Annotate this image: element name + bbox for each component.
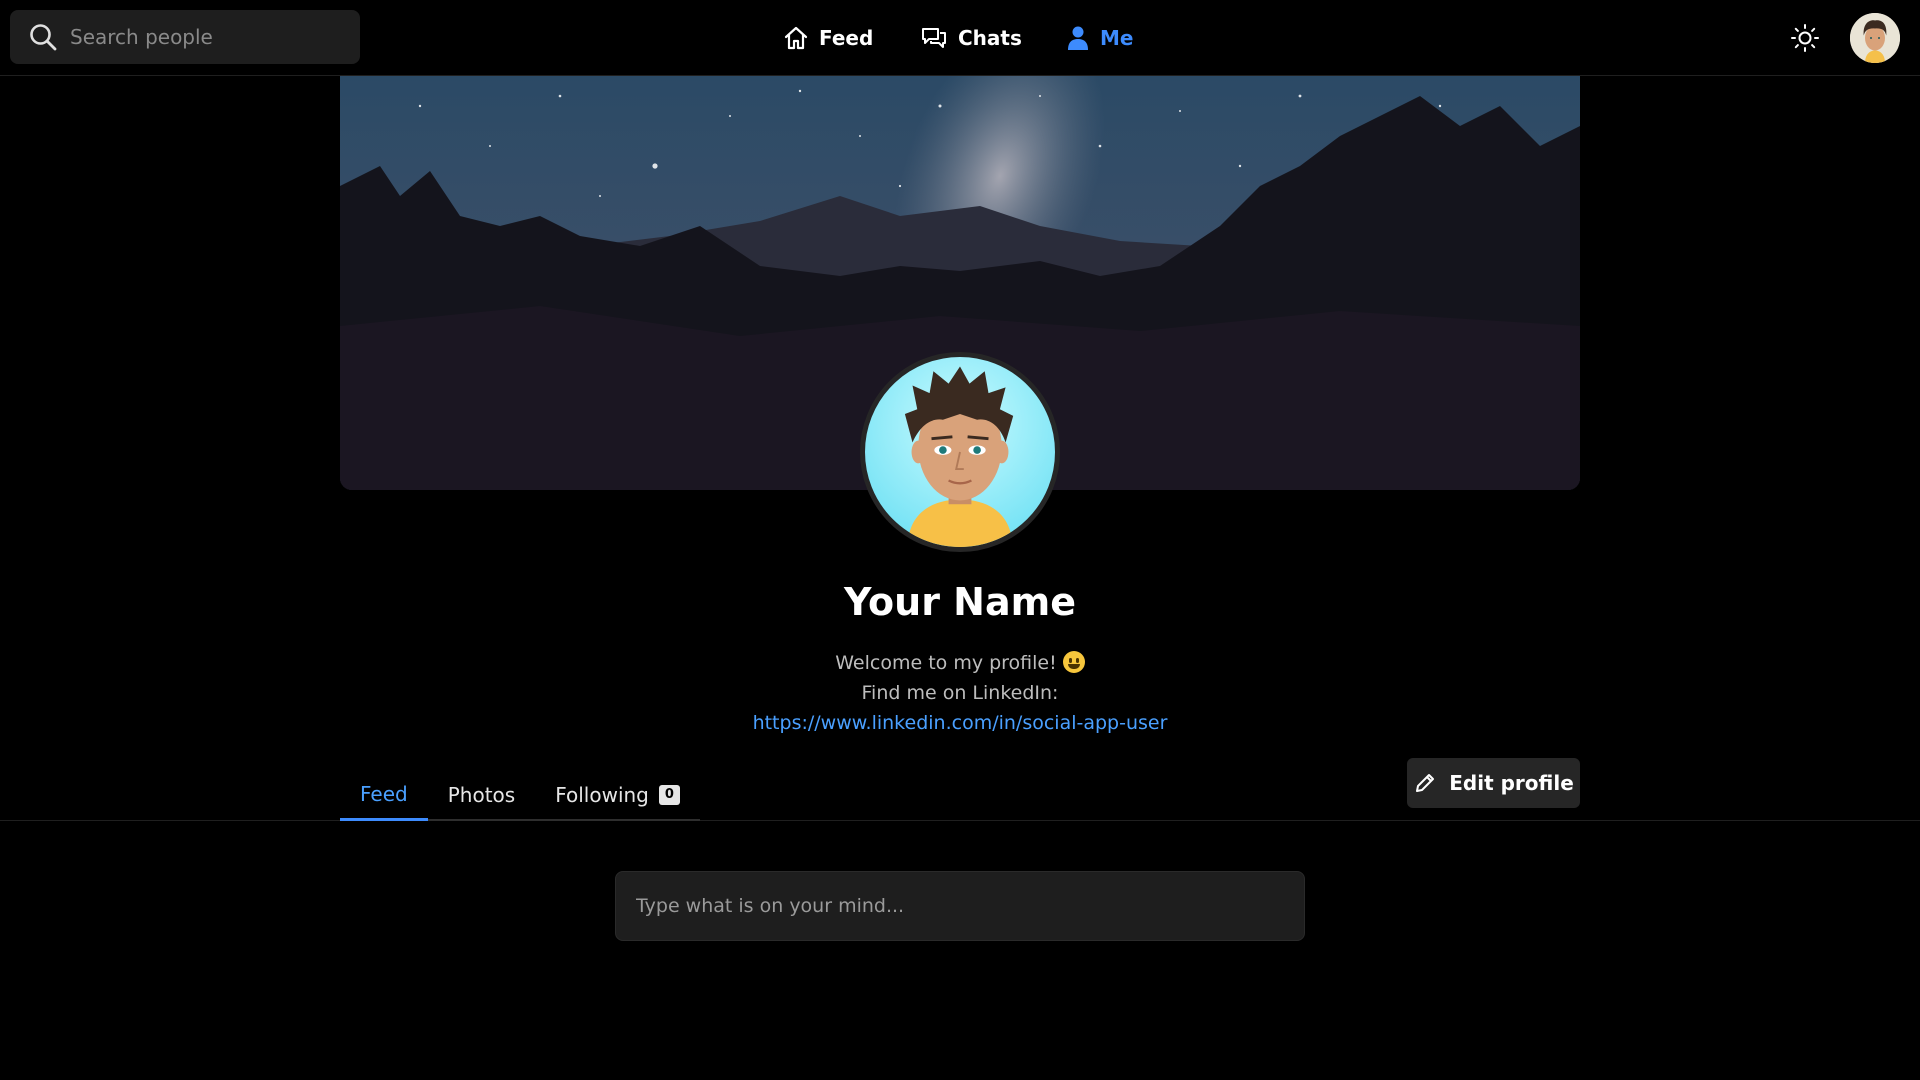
linkedin-link[interactable]: https://www.linkedin.com/in/social-app-u… [753,712,1168,734]
grinning-emoji-icon [1062,651,1085,673]
sun-icon[interactable] [1790,23,1820,53]
tab-feed[interactable]: Feed [340,770,428,821]
tab-following[interactable]: Following 0 [535,770,700,819]
chat-bubbles-icon [922,28,946,48]
nav-feed-label: Feed [819,26,874,50]
search-icon [30,24,57,51]
tabs-divider [0,820,1920,821]
bio-line-1: Welcome to my profile! [700,648,1220,678]
profile-avatar[interactable] [860,352,1060,552]
post-input[interactable] [636,895,1276,917]
tab-feed-label: Feed [360,782,408,806]
linkedin-prefix: Find me on LinkedIn: [861,682,1059,704]
profile-avatar-image [904,366,1014,547]
top-navigation-bar: Feed Chats Me [0,0,1920,76]
profile-tabs: Feed Photos Following 0 [340,770,700,821]
tab-photos-label: Photos [447,782,516,807]
profile-bio: Welcome to my profile! Find me on Linked… [700,648,1220,738]
edit-profile-label: Edit profile [1449,771,1574,795]
user-avatar-image [1850,13,1900,63]
tab-following-label: Following [555,782,649,807]
nav-me-label: Me [1100,26,1134,50]
post-composer[interactable] [615,871,1305,941]
profile-name: Your Name [844,580,1076,624]
person-icon [1068,26,1088,50]
bio-welcome-text: Welcome to my profile! [835,652,1057,674]
tab-photos[interactable]: Photos [428,770,535,819]
nav-chats-label: Chats [958,26,1022,50]
following-count-badge: 0 [658,784,680,805]
nav-feed[interactable]: Feed [783,0,873,76]
nav-me[interactable]: Me [1066,0,1133,76]
edit-profile-button[interactable]: Edit profile [1407,758,1580,808]
nav-chats[interactable]: Chats [920,0,1022,76]
search-box[interactable] [10,10,360,64]
pencil-icon [1416,774,1435,792]
search-input[interactable] [70,25,340,49]
home-icon [784,26,808,50]
bio-line-2: Find me on LinkedIn: https://www.linkedi… [700,678,1220,738]
avatar[interactable] [1850,13,1900,63]
